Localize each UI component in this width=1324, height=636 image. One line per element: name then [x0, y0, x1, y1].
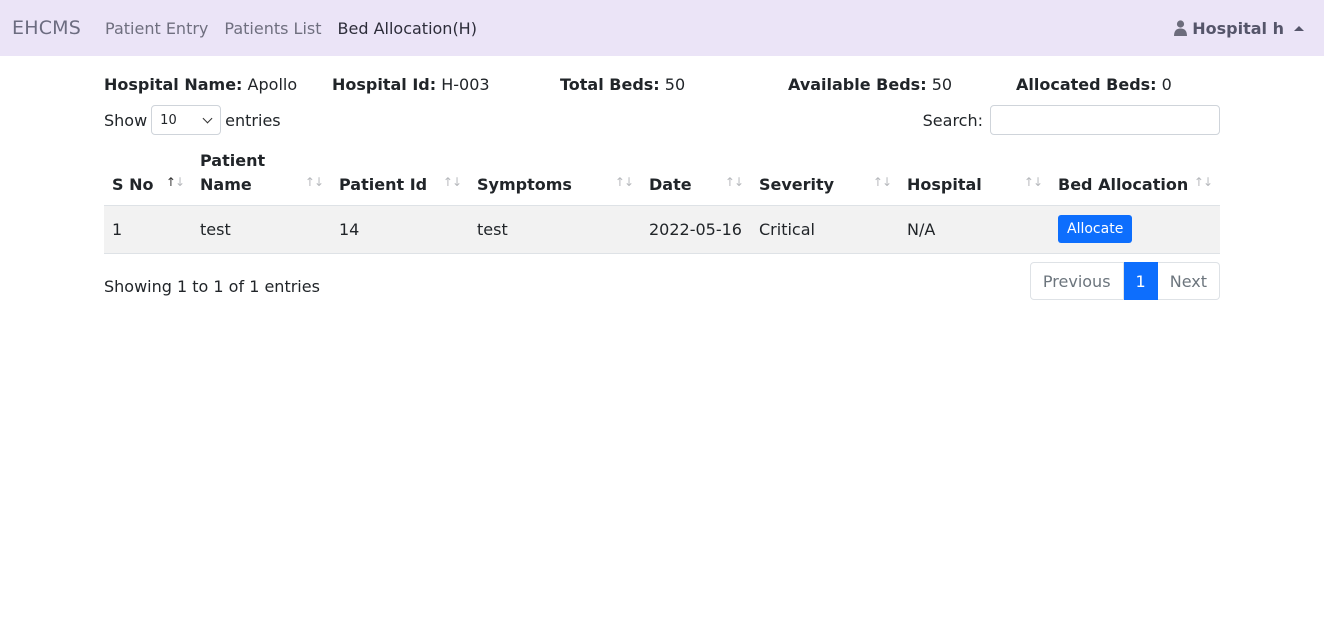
available-beds-value: 50 — [931, 75, 953, 94]
sort-icon: ↑↓ — [442, 174, 462, 189]
table-row: 1 test 14 test 2022-05-16 Critical N/A A… — [104, 205, 1220, 254]
nav-patients-list[interactable]: Patients List — [224, 19, 321, 38]
allocated-beds-value: 0 — [1161, 75, 1172, 94]
available-beds-label: Available Beds: — [788, 75, 927, 94]
cell-patient-id: 14 — [331, 205, 469, 254]
cell-bed-allocation: Allocate — [1050, 205, 1220, 254]
sort-icon: ↑↓ — [304, 174, 324, 189]
col-header-patient-id[interactable]: Patient Id ↑↓ — [331, 148, 469, 206]
total-beds-value: 50 — [664, 75, 686, 94]
sort-icon: ↑↓ — [1193, 174, 1213, 189]
cell-hospital: N/A — [899, 205, 1050, 254]
allocated-beds-label: Allocated Beds: — [1016, 75, 1157, 94]
nav-bed-allocation[interactable]: Bed Allocation(H) — [338, 19, 477, 38]
hospital-name-label: Hospital Name: — [104, 75, 243, 94]
user-name: Hospital h — [1192, 18, 1284, 38]
col-header-sno[interactable]: S No ↑↓ — [104, 148, 192, 206]
search-label: Search: — [922, 110, 983, 130]
available-beds-info: Available Beds: 50 — [788, 75, 952, 94]
col-header-label: Severity — [759, 174, 835, 194]
col-header-label: Symptoms — [477, 174, 572, 194]
col-header-bed-allocation[interactable]: Bed Allocation ↑↓ — [1050, 148, 1220, 206]
entries-select[interactable]: 10 — [151, 105, 222, 135]
brand-logo[interactable]: EHCMS — [12, 17, 81, 39]
hospital-name-value: Apollo — [247, 75, 298, 94]
pagination: Previous 1 Next — [1029, 262, 1220, 300]
user-icon — [1174, 20, 1188, 36]
cell-date: 2022-05-16 — [641, 205, 751, 254]
page-1-button[interactable]: 1 — [1123, 262, 1158, 300]
col-header-symptoms[interactable]: Symptoms ↑↓ — [469, 148, 641, 206]
search-control: Search: — [923, 104, 1220, 136]
entries-label: entries — [225, 110, 281, 130]
table-header-row: S No ↑↓ Patient Name ↑↓ Patient Id ↑↓ Sy… — [104, 148, 1220, 206]
entries-length-control: Show 10 entries — [104, 104, 281, 136]
sort-asc-icon: ↑↓ — [165, 174, 185, 189]
col-header-label: Patient Id — [339, 174, 428, 194]
col-header-severity[interactable]: Severity ↑↓ — [751, 148, 899, 206]
cell-patient-name: test — [192, 205, 331, 254]
user-menu[interactable]: Hospital h — [1174, 0, 1304, 56]
navbar: EHCMS Patient Entry Patients List Bed Al… — [0, 0, 1324, 56]
col-header-label: Patient Name — [200, 150, 266, 194]
next-page-button[interactable]: Next — [1157, 262, 1220, 300]
cell-sno: 1 — [104, 205, 192, 254]
previous-page-button[interactable]: Previous — [1029, 262, 1124, 300]
total-beds-info: Total Beds: 50 — [560, 75, 685, 94]
show-label: Show — [104, 110, 148, 130]
hospital-name-info: Hospital Name: Apollo — [104, 75, 297, 94]
chevron-down-icon — [202, 113, 213, 123]
search-input[interactable] — [990, 105, 1220, 135]
sort-icon: ↑↓ — [614, 174, 634, 189]
hospital-id-label: Hospital Id: — [332, 75, 437, 94]
hospital-id-value: H-003 — [441, 75, 490, 94]
sort-icon: ↑↓ — [1023, 174, 1043, 189]
nav-patient-entry[interactable]: Patient Entry — [105, 19, 208, 38]
caret-up-icon — [1294, 25, 1304, 31]
cell-symptoms: test — [469, 205, 641, 254]
allocated-beds-info: Allocated Beds: 0 — [1016, 75, 1172, 94]
table-controls: Show 10 entries Search: — [104, 104, 1220, 136]
col-header-hospital[interactable]: Hospital ↑↓ — [899, 148, 1050, 206]
table-info: Showing 1 to 1 of 1 entries — [104, 277, 320, 296]
main-container: Hospital Name: Apollo Hospital Id: H-003… — [104, 56, 1220, 300]
hospital-id-info: Hospital Id: H-003 — [332, 75, 490, 94]
col-header-label: Hospital — [907, 174, 982, 194]
col-header-patient-name[interactable]: Patient Name ↑↓ — [192, 148, 331, 206]
cell-severity: Critical — [751, 205, 899, 254]
sort-icon: ↑↓ — [872, 174, 892, 189]
total-beds-label: Total Beds: — [560, 75, 660, 94]
col-header-label: Date — [649, 174, 692, 194]
entries-select-value: 10 — [160, 112, 177, 128]
col-header-date[interactable]: Date ↑↓ — [641, 148, 751, 206]
sort-icon: ↑↓ — [724, 174, 744, 189]
allocate-button[interactable]: Allocate — [1058, 215, 1133, 243]
col-header-label: Bed Allocation — [1058, 174, 1189, 194]
patients-table: S No ↑↓ Patient Name ↑↓ Patient Id ↑↓ Sy… — [104, 148, 1220, 254]
col-header-label: S No — [112, 174, 154, 194]
